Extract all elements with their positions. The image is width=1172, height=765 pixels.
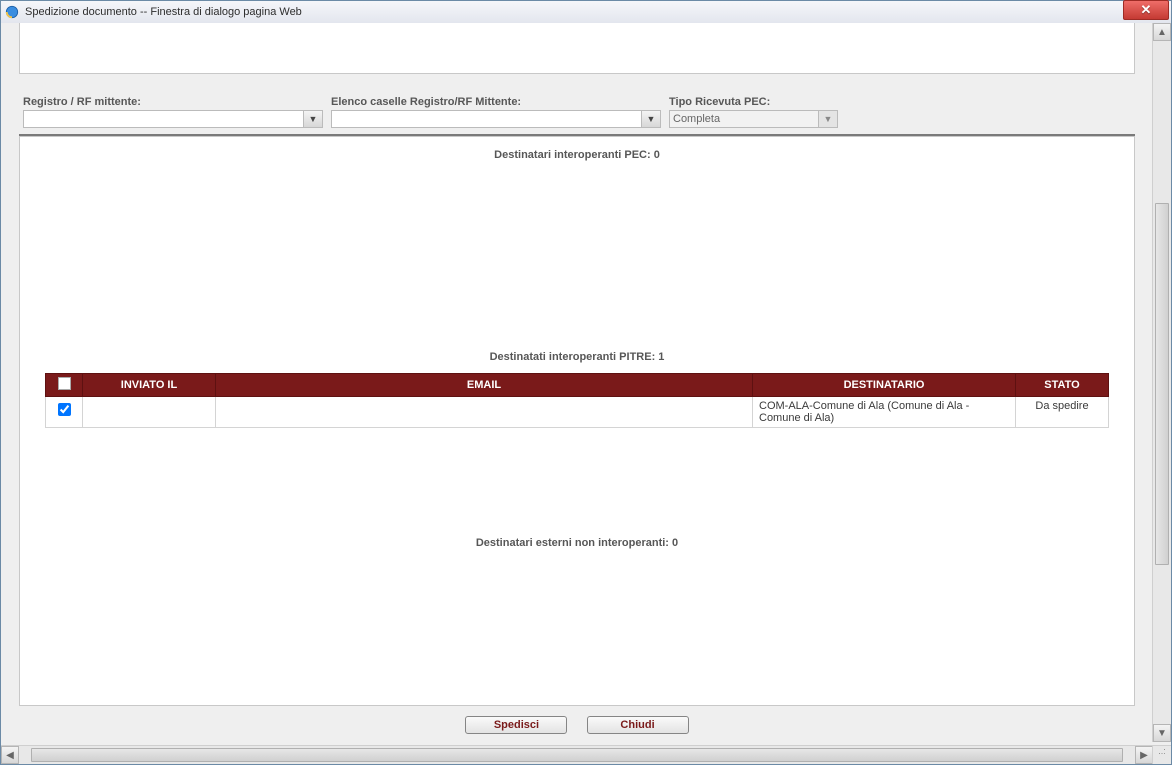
elenco-label: Elenco caselle Registro/RF Mittente: [331,96,661,108]
grid-header-email: EMAIL [216,374,753,397]
chevron-down-icon[interactable]: ▼ [641,110,661,128]
tipo-select: ▼ [669,110,838,128]
close-button[interactable]: ✕ [1123,0,1169,20]
row-dest: COM-ALA-Comune di Ala (Comune di Ala - C… [753,397,1016,428]
registro-label: Registro / RF mittente: [23,96,323,108]
client-area: Registro / RF mittente: ▼ Elenco caselle… [1,23,1171,764]
filter-bar: Registro / RF mittente: ▼ Elenco caselle… [19,96,1135,132]
window-title: Spedizione documento -- Finestra di dial… [25,6,302,18]
scroll-down-button[interactable]: ▼ [1153,724,1171,742]
chevron-down-icon[interactable]: ▼ [303,110,323,128]
tipo-label: Tipo Ricevuta PEC: [669,96,838,108]
noninterop-section-heading: Destinatari esterni non interoperanti: 0 [20,533,1134,553]
ie-icon [5,5,19,19]
page-content: Registro / RF mittente: ▼ Elenco caselle… [1,23,1153,742]
row-checkbox[interactable] [58,403,71,416]
titlebar: Spedizione documento -- Finestra di dial… [1,1,1171,24]
chevron-down-icon: ▼ [818,110,838,128]
scroll-left-button[interactable]: ◀ [1,746,19,764]
grid-header-dest: DESTINATARIO [753,374,1016,397]
scroll-right-button[interactable]: ▶ [1135,746,1153,764]
grid-header-row: INVIATO IL EMAIL DESTINATARIO STATO [46,374,1109,397]
row-email [216,397,753,428]
scroll-up-button[interactable]: ▲ [1153,23,1171,41]
horizontal-scrollbar[interactable]: ◀ ▶ [1,745,1153,764]
select-all-checkbox[interactable] [58,377,71,390]
elenco-input[interactable] [331,110,641,128]
close-icon: ✕ [1141,2,1152,18]
scroll-thumb-horizontal[interactable] [31,748,1123,762]
vertical-scrollbar[interactable]: ▲ ▼ [1152,23,1171,742]
chiudi-button[interactable]: Chiudi [587,716,689,734]
scroll-track-horizontal[interactable] [19,746,1135,764]
pitre-section-heading: Destinatati interoperanti PITRE: 1 [20,347,1134,367]
main-panel: Destinatari interoperanti PEC: 0 Destina… [19,136,1135,706]
resize-grip[interactable]: ..: [1152,745,1171,764]
tipo-input [669,110,818,128]
table-row: COM-ALA-Comune di Ala (Comune di Ala - C… [46,397,1109,428]
top-blank-panel [19,23,1135,74]
grid-header-stato: STATO [1016,374,1109,397]
registro-input[interactable] [23,110,303,128]
spedisci-button[interactable]: Spedisci [465,716,567,734]
grid-header-inviato: INVIATO IL [83,374,216,397]
registro-select[interactable]: ▼ [23,110,323,128]
elenco-select[interactable]: ▼ [331,110,661,128]
pitre-grid: INVIATO IL EMAIL DESTINATARIO STATO [45,373,1109,428]
pec-section-heading: Destinatari interoperanti PEC: 0 [20,145,1134,165]
scroll-thumb-vertical[interactable] [1155,203,1169,565]
dialog-window: Spedizione documento -- Finestra di dial… [0,0,1172,765]
grid-header-check [46,374,83,397]
row-stato: Da spedire [1016,397,1109,428]
row-inviato [83,397,216,428]
action-bar: Spedisci Chiudi [1,706,1153,740]
